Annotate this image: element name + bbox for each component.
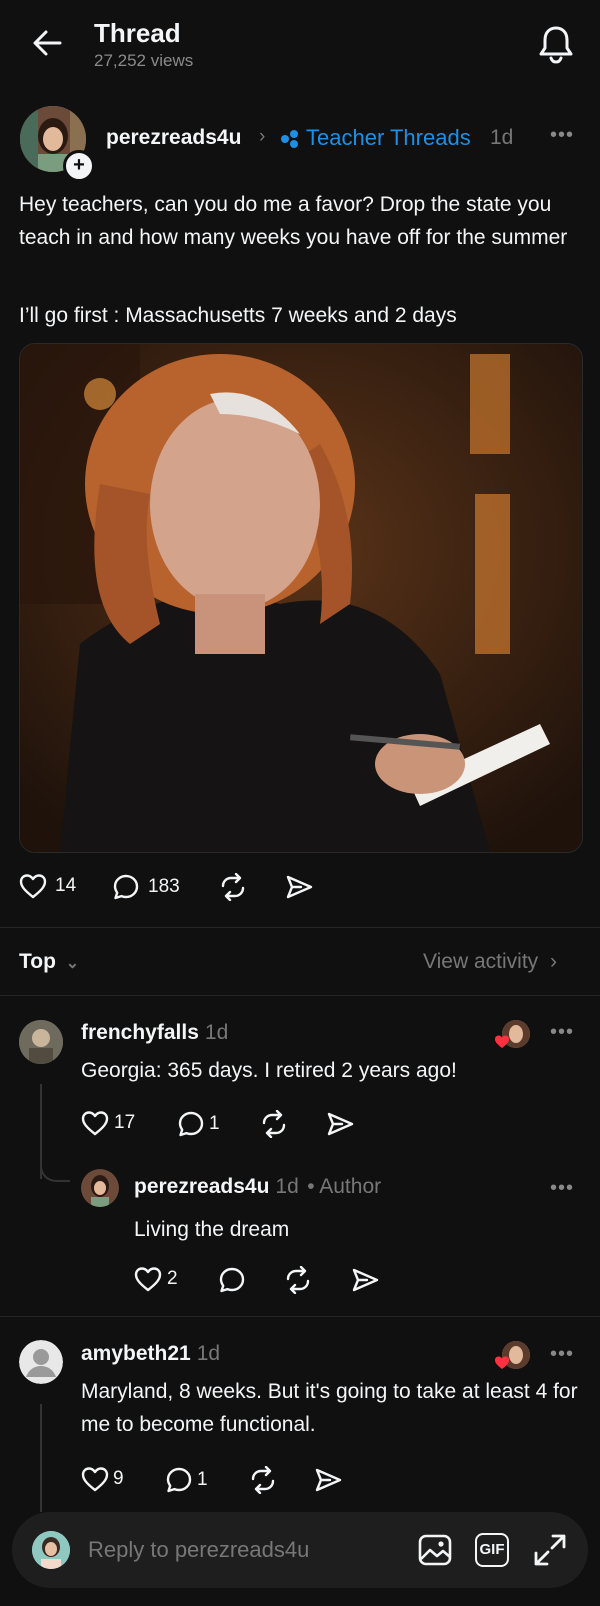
comment-like-button[interactable]: 17 — [81, 1110, 135, 1136]
post-text-second: I’ll go first : Massachusetts 7 weeks an… — [19, 304, 457, 327]
comment-like-button[interactable]: 2 — [134, 1266, 178, 1292]
comment-username[interactable]: frenchyfalls — [81, 1021, 199, 1044]
more-horizontal-icon: ••• — [550, 124, 575, 146]
comment-timestamp: 1d — [196, 1342, 221, 1365]
post-like-button[interactable]: 14 — [19, 873, 76, 899]
view-activity-link[interactable]: View activity › — [423, 950, 557, 974]
comment-share-button[interactable] — [351, 1267, 379, 1293]
comment-icon — [178, 1111, 204, 1137]
comment-like-button[interactable]: 9 — [81, 1466, 124, 1492]
default-avatar-icon[interactable] — [19, 1340, 63, 1384]
send-icon — [286, 875, 313, 899]
comment-timestamp: 1d — [204, 1021, 229, 1044]
repost-icon — [286, 1266, 310, 1294]
comment-share-button[interactable] — [326, 1111, 354, 1137]
like-count: 17 — [114, 1112, 136, 1133]
send-icon — [327, 1112, 354, 1136]
gif-button[interactable]: GIF — [475, 1533, 509, 1567]
notifications-button[interactable] — [538, 24, 574, 64]
comment-icon — [113, 874, 139, 900]
comment-reply-button[interactable] — [218, 1266, 246, 1294]
sort-dropdown[interactable]: Top ⌄ — [19, 950, 79, 974]
post-share-button[interactable] — [285, 874, 313, 900]
divider — [0, 927, 600, 928]
image-icon — [418, 1534, 452, 1566]
post-text: Hey teachers, can you do me a favor? Dro… — [19, 193, 568, 249]
heart-icon — [134, 1267, 162, 1292]
comment-username[interactable]: perezreads4u — [134, 1175, 269, 1198]
reply-count: 183 — [148, 876, 180, 897]
avatar[interactable] — [81, 1169, 119, 1207]
reply-input[interactable]: Reply to perezreads4u — [88, 1537, 309, 1563]
more-horizontal-icon: ••• — [550, 1021, 575, 1043]
follow-plus-button[interactable]: + — [63, 150, 95, 182]
like-count: 9 — [113, 1468, 124, 1489]
attach-image-button[interactable] — [418, 1533, 452, 1567]
page-title: Thread — [94, 18, 181, 48]
comment-text: Georgia: 365 days. I retired 2 years ago… — [81, 1059, 457, 1082]
divider — [0, 1316, 600, 1317]
comment-share-button[interactable] — [314, 1467, 342, 1493]
post-username[interactable]: perezreads4u — [106, 126, 241, 150]
comment-repost-button[interactable] — [248, 1466, 278, 1494]
divider — [0, 995, 600, 996]
comment-text: Maryland, 8 weeks. But it's going to tak… — [81, 1380, 578, 1436]
heart-icon — [19, 874, 47, 899]
expand-icon — [534, 1534, 566, 1566]
bell-icon — [539, 26, 573, 64]
chevron-down-icon: ⌄ — [65, 955, 80, 972]
comment-more-button[interactable]: ••• — [550, 1343, 574, 1366]
comment-reply-button[interactable]: 1 — [165, 1466, 208, 1494]
comment-timestamp: 1d — [275, 1175, 299, 1198]
comment-icon — [219, 1267, 245, 1293]
send-icon — [315, 1468, 342, 1492]
post-repost-button[interactable] — [218, 873, 248, 901]
view-count: 27,252 views — [94, 51, 194, 70]
community-icon — [279, 128, 301, 150]
comment-username[interactable]: amybeth21 — [81, 1342, 191, 1365]
author-tag: • Author — [307, 1175, 382, 1198]
post-reply-button[interactable]: 183 — [112, 873, 180, 901]
chevron-right-icon: › — [550, 950, 557, 973]
heart-icon — [81, 1111, 109, 1136]
like-count: 14 — [55, 875, 77, 896]
comment-repost-button[interactable] — [283, 1266, 313, 1294]
gif-label: GIF — [479, 1541, 505, 1558]
current-user-avatar — [32, 1531, 70, 1569]
more-horizontal-icon: ••• — [550, 1177, 575, 1199]
comment-more-button[interactable]: ••• — [550, 1021, 574, 1044]
back-button[interactable] — [30, 26, 64, 60]
heart-icon — [81, 1467, 109, 1492]
send-icon — [352, 1268, 379, 1292]
comment-more-button[interactable]: ••• — [550, 1177, 574, 1200]
chevron-right-icon: › — [259, 126, 266, 147]
community-link[interactable]: Teacher Threads — [306, 125, 471, 151]
reply-count: 1 — [209, 1113, 220, 1134]
expand-button[interactable] — [533, 1533, 567, 1567]
comment-icon — [166, 1467, 192, 1493]
comment-text: Living the dream — [134, 1218, 290, 1241]
thread-connector — [40, 1150, 70, 1182]
repost-icon — [251, 1466, 275, 1494]
comment-reply-button[interactable]: 1 — [177, 1110, 220, 1138]
repost-icon — [262, 1110, 286, 1138]
liked-heart-icon — [494, 1034, 510, 1049]
liked-heart-icon — [494, 1355, 510, 1370]
thread-line — [40, 1404, 42, 1512]
avatar[interactable] — [19, 1020, 63, 1064]
post-gif-image[interactable] — [19, 343, 583, 853]
reply-count: 1 — [197, 1469, 208, 1490]
post-timestamp: 1d — [490, 126, 514, 149]
back-arrow-icon — [33, 30, 62, 56]
post-more-button[interactable]: ••• — [550, 124, 574, 147]
more-horizontal-icon: ••• — [550, 1343, 575, 1365]
like-count: 2 — [167, 1268, 178, 1289]
comment-repost-button[interactable] — [259, 1110, 289, 1138]
repost-icon — [221, 873, 245, 901]
